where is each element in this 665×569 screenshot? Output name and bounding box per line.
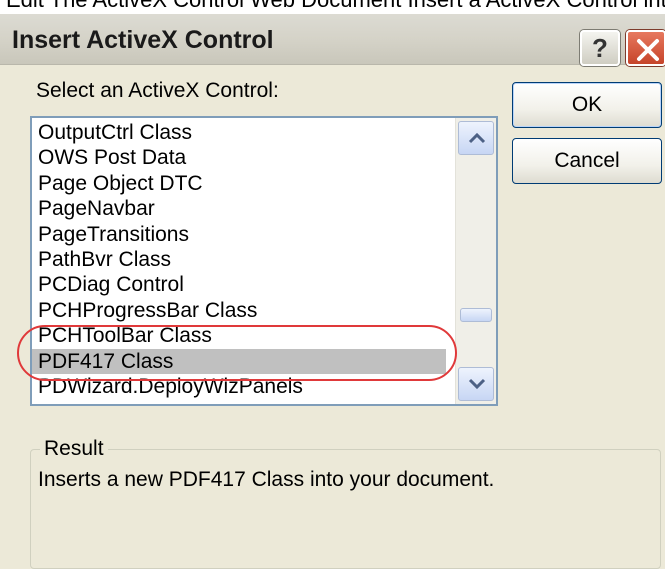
list-item[interactable]: PathBvr Class	[32, 247, 446, 272]
dialog-title: Insert ActiveX Control	[12, 26, 274, 54]
list-item[interactable]: Page Object DTC	[32, 171, 446, 196]
result-group	[30, 449, 661, 569]
list-scrollbar[interactable]	[455, 118, 496, 404]
cancel-button[interactable]: Cancel	[512, 138, 662, 184]
chevron-down-icon	[468, 378, 486, 390]
chevron-up-icon	[468, 132, 486, 144]
list-item[interactable]: PCHProgressBar Class	[32, 298, 446, 323]
title-bar: Insert ActiveX Control ?	[0, 14, 665, 66]
scroll-up-button[interactable]	[458, 121, 494, 155]
result-legend: Result	[40, 437, 108, 461]
help-button[interactable]: ?	[580, 30, 620, 66]
caption-strip: Edit The ActiveX Control Web Document In…	[0, 0, 665, 14]
list-item-selected[interactable]: PDF417 Class	[32, 348, 446, 374]
scroll-thumb[interactable]	[460, 308, 492, 322]
close-button[interactable]	[626, 30, 665, 66]
close-icon	[637, 39, 659, 61]
ok-button[interactable]: OK	[512, 82, 662, 128]
select-control-label: Select an ActiveX Control:	[36, 79, 279, 102]
activex-control-list[interactable]: OutputCtrl Class OWS Post Data Page Obje…	[30, 116, 498, 406]
scroll-down-button[interactable]	[458, 367, 494, 401]
caption-text: Edit The ActiveX Control Web Document In…	[6, 0, 665, 13]
help-icon: ?	[592, 33, 608, 63]
result-description: Inserts a new PDF417 Class into your doc…	[38, 468, 495, 491]
list-item[interactable]: PageTransitions	[32, 222, 446, 247]
list-item[interactable]: PCHToolBar Class	[32, 323, 446, 348]
list-item[interactable]: OutputCtrl Class	[32, 120, 446, 145]
list-item[interactable]: OWS Post Data	[32, 145, 446, 170]
list-item[interactable]: PageNavbar	[32, 196, 446, 221]
list-item[interactable]: PCDiag Control	[32, 272, 446, 297]
list-item[interactable]: PDWizard.DeployWizPanels	[32, 374, 446, 399]
